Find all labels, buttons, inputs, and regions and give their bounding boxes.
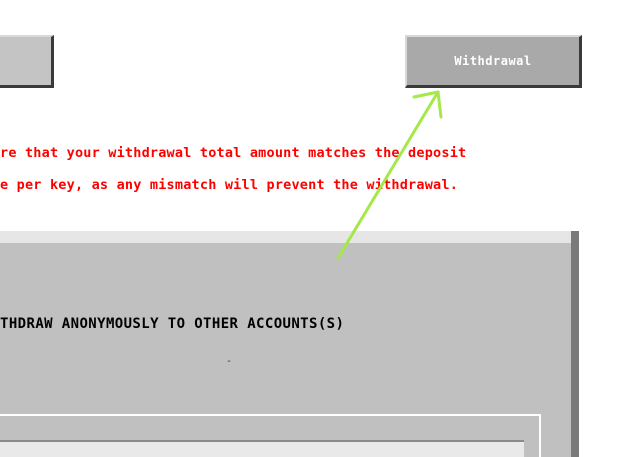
page-root: Withdrawal re that your withdrawal total… xyxy=(0,0,618,457)
secondary-button[interactable] xyxy=(0,35,54,88)
withdrawal-button[interactable]: Withdrawal xyxy=(405,35,582,88)
withdrawal-notice-line-1: re that your withdrawal total amount mat… xyxy=(0,145,467,161)
panel-heading: THDRAW ANONYMOUSLY TO OTHER ACCOUNTS(S) xyxy=(0,316,345,332)
panel-mark: - xyxy=(226,356,233,367)
withdrawal-notice-line-2: e per key, as any mismatch will prevent … xyxy=(0,177,459,193)
accounts-input-field[interactable] xyxy=(0,440,524,457)
panel-shadow xyxy=(571,231,579,457)
